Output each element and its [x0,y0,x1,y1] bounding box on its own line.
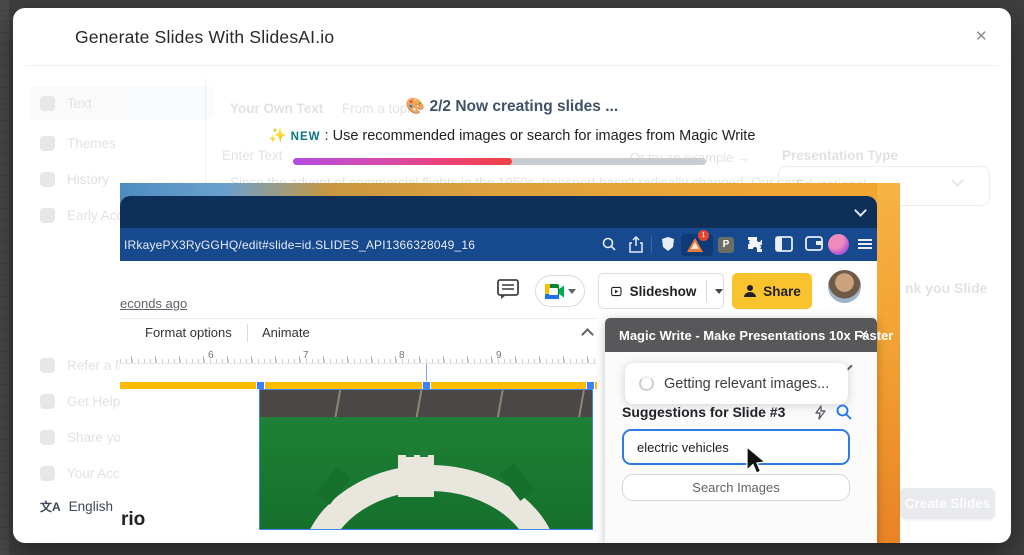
spinner-icon [639,376,654,391]
extensions-puzzle-icon[interactable] [746,236,763,253]
ruler [120,348,597,364]
close-icon[interactable]: ✕ [858,327,869,343]
comment-icon[interactable] [497,279,519,300]
progress-bar [293,158,706,165]
rocket-icon [40,207,55,223]
history-icon [40,171,55,187]
marking-notch [406,447,414,457]
chevron-down-icon [567,288,576,294]
ruler-number: 8 [399,350,405,361]
last-edit-link[interactable]: econds ago [120,296,187,311]
zoom-icon[interactable] [602,237,617,252]
sparkle-icon: ✨ [268,128,287,144]
chevron-down-icon[interactable] [854,204,867,217]
sidebar-item-label: Get Help [67,393,121,409]
search-images-button[interactable]: Search Images [622,474,850,501]
generate-slides-modal: Generate Slides With SlidesAI.io ✕ Text … [13,8,1011,543]
search-images-label: Search Images [692,480,780,495]
create-slides-label: Create Slides [904,496,991,511]
share-label: Share [763,283,801,299]
meet-button[interactable] [535,275,585,307]
demo-video-frame: IRkayePX3RyGGHQ/edit#slide=id.SLIDES_API… [120,183,900,543]
enter-text-label: Enter Text [222,148,283,163]
slide-canvas[interactable]: rio [120,364,597,543]
ruler-number: 6 [208,350,214,361]
title-divider [25,65,999,66]
wallet-icon[interactable] [805,236,823,251]
marking-notch [420,447,428,457]
background-ruler-strip [0,0,9,555]
search-icon[interactable] [836,404,852,420]
meet-icon [544,283,564,299]
new-badge: NEW [290,131,321,143]
urlbar-divider [651,236,652,253]
palette-emoji-icon: 🎨 [405,98,426,115]
slide-text-fragment: rio [121,509,146,530]
announcement-line: ✨ NEW : Use recommended images or search… [13,127,1011,144]
loading-toast: Getting relevant images... [625,363,848,404]
screen: Generate Slides With SlidesAI.io ✕ Text … [0,0,1024,555]
rotation-handle-line [426,364,427,382]
pavement-green [260,417,592,529]
close-icon[interactable]: ✕ [975,27,988,45]
status-text: 2/2 Now creating slides ... [429,98,619,115]
help-icon [40,393,55,409]
browser-menu-icon[interactable] [858,239,872,249]
slideshow-button[interactable]: Slideshow [598,273,724,309]
wallpaper-strip [877,183,900,543]
modal-title: Generate Slides With SlidesAI.io [75,27,335,47]
button-divider [706,280,707,302]
status-line: 🎨 2/2 Now creating slides ... [13,97,1011,116]
browser-urlbar[interactable]: IRkayePX3RyGGHQ/edit#slide=id.SLIDES_API… [120,228,877,261]
mouse-cursor-icon [746,446,767,474]
pavement-bricks [260,390,592,417]
toast-text: Getting relevant images... [664,375,830,392]
chevron-down-icon[interactable] [715,288,723,294]
share-button[interactable]: Share [732,273,812,309]
browser-tabbar [120,196,877,228]
sidebar-item-label: History [67,171,110,187]
thank-you-slide-fragment: nk you Slide [905,280,988,296]
mail-icon [40,429,55,445]
language-selector[interactable]: 文A English [40,498,113,515]
format-options-menu[interactable]: Format options [145,325,232,340]
animate-menu[interactable]: Animate [262,325,310,340]
notification-badge: 1 [698,230,709,241]
extension-p-icon[interactable]: P [718,237,734,253]
announcement-text: : Use recommended images or search for i… [324,128,756,144]
magic-write-header[interactable]: Magic Write - Make Presentations 10x Fas… [605,318,893,352]
person-icon [744,285,757,297]
sidebar-panel-icon[interactable] [775,236,793,252]
toolbar-divider [247,324,248,342]
create-slides-button[interactable]: Create Slides [900,488,995,519]
magic-write-panel: Magic Write - Make Presentations 10x Fas… [605,318,893,543]
slide-accent-bar [120,382,597,389]
notification-icon-box[interactable]: 1 [681,230,713,256]
language-label: English [68,499,113,514]
slide-image-ev-parking[interactable] [259,389,593,530]
translate-icon: 文A [40,500,61,514]
ruler-number: 9 [496,350,502,361]
slideshow-label: Slideshow [629,283,697,299]
image-search-input[interactable] [622,429,850,465]
ruler-number: 7 [303,350,309,361]
account-icon [40,465,55,481]
suggestions-title: Suggestions for Slide #3 [622,404,786,420]
profile-avatar-icon[interactable] [828,234,849,255]
magic-lightning-icon[interactable] [814,405,827,420]
marking-plug [398,455,434,497]
magic-write-title: Magic Write - Make Presentations 10x Fas… [619,327,894,343]
gift-icon [40,357,55,373]
play-icon [611,286,622,296]
share-page-icon[interactable] [629,236,643,253]
presentation-type-label: Presentation Type [782,148,899,163]
url-text: IRkayePX3RyGGHQ/edit#slide=id.SLIDES_API… [124,237,476,252]
brave-shield-icon[interactable] [661,236,675,252]
user-avatar[interactable] [828,270,861,303]
progress-fill [293,158,512,165]
